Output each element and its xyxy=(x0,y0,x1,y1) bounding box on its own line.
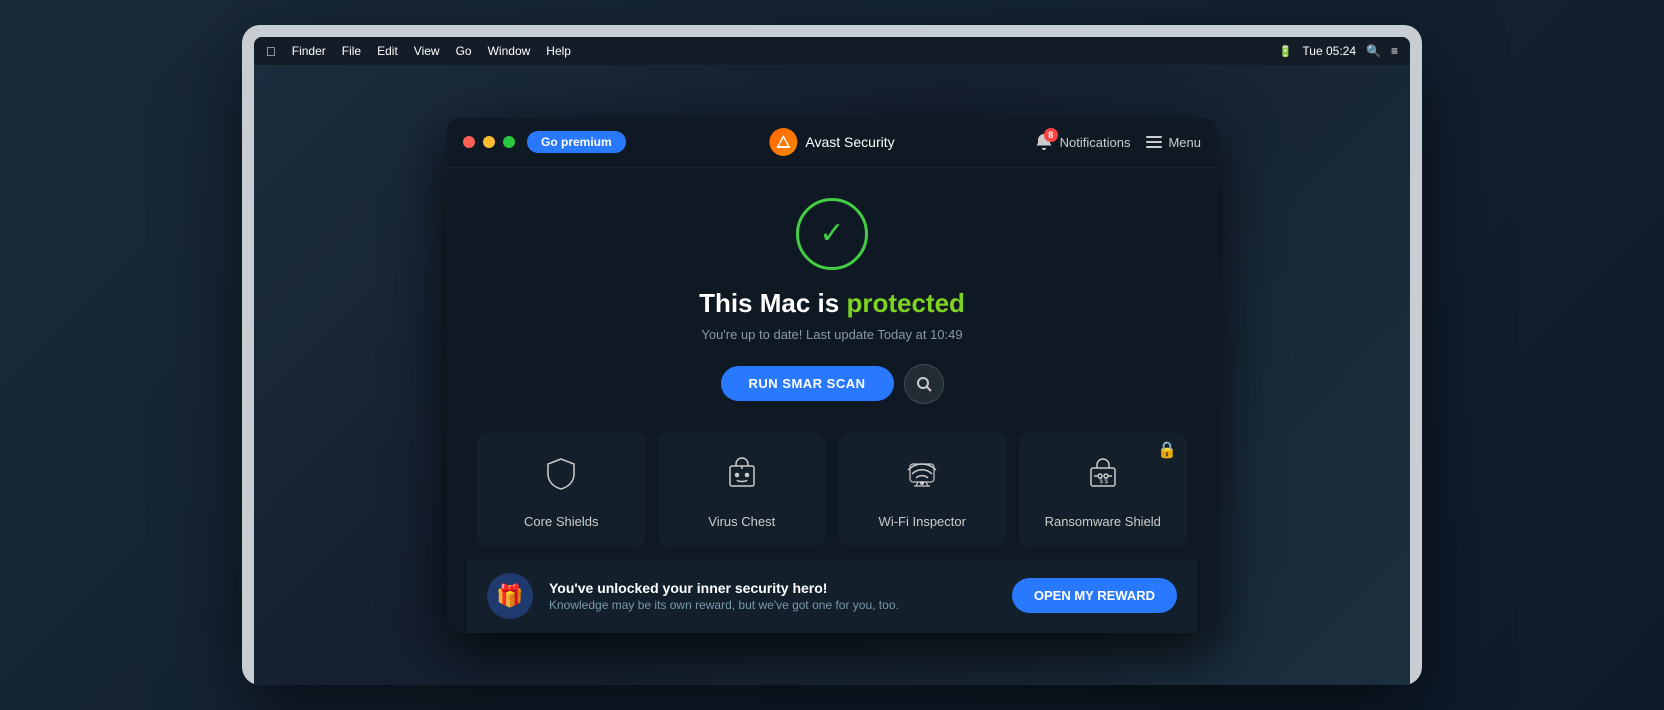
clock: Tue 05:24 xyxy=(1302,44,1356,58)
menubar-right: 🔋 Tue 05:24 🔍 ≡ xyxy=(1279,44,1398,58)
scan-search-button[interactable] xyxy=(904,364,944,404)
avast-window: Go premium Avast Security xyxy=(447,118,1217,633)
menu-button[interactable]: Menu xyxy=(1146,135,1201,150)
desktop: Go premium Avast Security xyxy=(254,65,1410,685)
svg-text:$: $ xyxy=(1099,477,1103,485)
ransomware-shield-label: Ransomware Shield xyxy=(1045,514,1161,529)
reward-title: You've unlocked your inner security hero… xyxy=(549,580,996,596)
core-shields-card[interactable]: Core Shields xyxy=(477,432,646,547)
finder-menu[interactable]: Finder xyxy=(292,44,326,58)
ransomware-icon: $ $ xyxy=(1085,456,1121,500)
scan-buttons: RUN SMAR SCAN xyxy=(721,364,944,404)
minimize-button[interactable] xyxy=(483,136,495,148)
open-reward-button[interactable]: OPEN MY REWARD xyxy=(1012,578,1177,613)
reward-text: You've unlocked your inner security hero… xyxy=(549,580,996,612)
menubar-left:  Finder File Edit View Go Window Help xyxy=(266,44,571,59)
go-menu[interactable]: Go xyxy=(456,44,472,58)
reward-icon: 🎁 xyxy=(487,573,533,619)
app-title: Avast Security xyxy=(805,134,894,150)
run-scan-button[interactable]: RUN SMAR SCAN xyxy=(721,366,894,401)
check-icon: ✓ xyxy=(819,216,844,251)
wifi-inspector-card[interactable]: Wi-Fi Inspector xyxy=(838,432,1007,547)
reward-banner: 🎁 You've unlocked your inner security he… xyxy=(467,559,1197,633)
wifi-inspector-label: Wi-Fi Inspector xyxy=(879,514,966,529)
virus-chest-icon xyxy=(724,456,760,500)
status-title-static: This Mac is xyxy=(699,288,846,318)
wifi-inspector-icon xyxy=(904,456,940,500)
window-content: ✓ This Mac is protected You're up to dat… xyxy=(447,168,1217,633)
notification-badge: 8 xyxy=(1044,128,1058,142)
shield-cards: Core Shields xyxy=(467,432,1197,547)
status-title: This Mac is protected xyxy=(699,288,965,319)
svg-text:$: $ xyxy=(1104,477,1108,485)
bell-icon: 8 xyxy=(1034,132,1054,152)
status-circle: ✓ xyxy=(796,198,868,270)
notifications-button[interactable]: 8 Notifications xyxy=(1034,132,1131,152)
menu-label: Menu xyxy=(1168,135,1201,150)
lock-badge: 🔒 xyxy=(1157,440,1177,460)
virus-chest-label: Virus Chest xyxy=(708,514,775,529)
battery-icon: 🔋 xyxy=(1279,45,1293,58)
ransomware-shield-card[interactable]: 🔒 $ $ xyxy=(1019,432,1188,547)
apple-icon:  xyxy=(266,44,276,59)
close-button[interactable] xyxy=(463,136,475,148)
status-subtitle: You're up to date! Last update Today at … xyxy=(701,327,962,342)
premium-button[interactable]: Go premium xyxy=(527,131,626,153)
virus-chest-card[interactable]: Virus Chest xyxy=(658,432,827,547)
control-center-icon[interactable]: ≡ xyxy=(1391,44,1398,58)
window-titlebar: Go premium Avast Security xyxy=(447,118,1217,168)
shield-icon xyxy=(543,456,579,500)
mac-frame:  Finder File Edit View Go Window Help 🔋… xyxy=(242,25,1422,685)
maximize-button[interactable] xyxy=(503,136,515,148)
traffic-lights xyxy=(463,136,515,148)
window-actions: 8 Notifications Menu xyxy=(1034,132,1201,152)
avast-logo xyxy=(769,128,797,156)
help-menu[interactable]: Help xyxy=(546,44,571,58)
edit-menu[interactable]: Edit xyxy=(377,44,398,58)
window-title-center: Avast Security xyxy=(769,128,894,156)
search-icon[interactable]: 🔍 xyxy=(1366,44,1381,58)
mac-screen:  Finder File Edit View Go Window Help 🔋… xyxy=(254,37,1410,685)
notifications-label: Notifications xyxy=(1060,135,1131,150)
file-menu[interactable]: File xyxy=(342,44,361,58)
status-title-dynamic: protected xyxy=(846,288,964,318)
core-shields-label: Core Shields xyxy=(524,514,598,529)
menubar:  Finder File Edit View Go Window Help 🔋… xyxy=(254,37,1410,65)
reward-subtitle: Knowledge may be its own reward, but we'… xyxy=(549,598,996,612)
view-menu[interactable]: View xyxy=(414,44,440,58)
window-menu[interactable]: Window xyxy=(488,44,531,58)
